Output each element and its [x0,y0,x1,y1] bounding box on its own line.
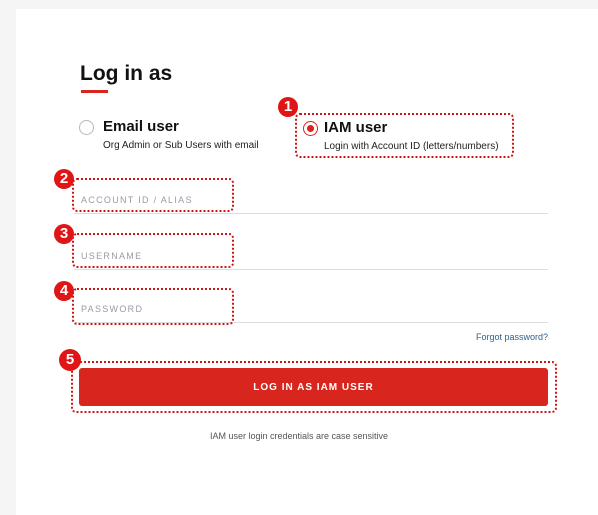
annotation-badge-1: 1 [278,97,298,117]
annotation-box-4 [72,288,234,325]
annotation-badge-3: 3 [54,224,74,244]
annotation-badge-4: 4 [54,281,74,301]
email-user-option[interactable]: Email user Org Admin or Sub Users with e… [79,118,279,158]
email-user-description: Org Admin or Sub Users with email [103,140,259,151]
annotation-badge-2: 2 [54,169,74,189]
annotation-box-5 [71,361,557,413]
page-title: Log in as [80,62,173,85]
annotation-box-1 [295,113,514,158]
title-underline [81,90,108,93]
email-user-radio[interactable] [79,120,94,135]
annotation-badge-5: 5 [59,349,81,371]
case-sensitive-note: IAM user login credentials are case sens… [209,431,389,441]
annotation-box-2 [72,178,234,212]
forgot-password-link[interactable]: Forgot password? [476,332,548,342]
annotation-box-3 [72,233,234,268]
email-user-label: Email user [103,118,179,135]
